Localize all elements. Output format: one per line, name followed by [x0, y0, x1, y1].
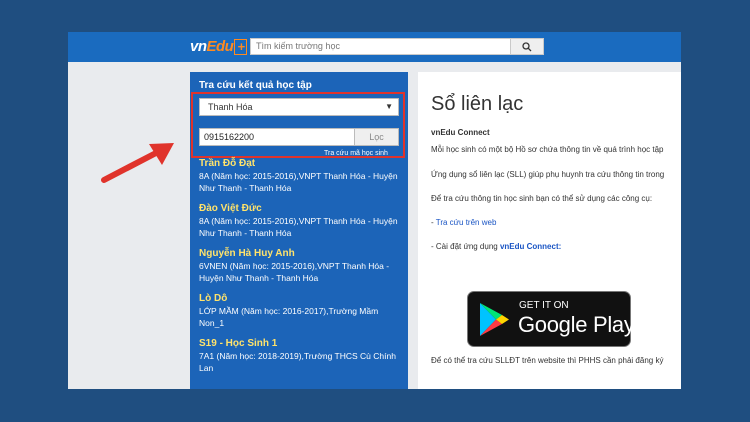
google-play-button[interactable]: GET IT ON Google Play: [467, 291, 635, 347]
student-info: LỚP MẦM (Năm học: 2016-2017),Trường Mầm …: [199, 306, 379, 328]
web-lookup-link[interactable]: Tra cứu trên web: [436, 218, 497, 227]
student-name[interactable]: Trần Đỗ Đạt: [199, 158, 404, 170]
paragraph-1: Mỗi học sinh có một bộ Hồ sơ chứa thông …: [431, 145, 664, 154]
top-navbar: vnEdu + Tìm kiếm trường học: [68, 32, 681, 62]
web-lookup-line: - Tra cứu trên web: [431, 218, 496, 227]
result-lookup-panel: Tra cứu kết quả học tập Thanh Hóa ▼ 0915…: [190, 72, 408, 389]
paragraph-4: Để có thể tra cứu SLLĐT trên website thì…: [431, 356, 664, 365]
search-button[interactable]: [510, 38, 544, 55]
student-result-item[interactable]: S19 - Học Sinh 1 7A1 (Năm học: 2018-2019…: [199, 338, 404, 374]
paragraph-2: Ứng dụng sổ liên lạc (SLL) giúp phụ huyn…: [431, 170, 665, 179]
student-results-list: Trần Đỗ Đạt 8A (Năm học: 2015-2016),VNPT…: [199, 158, 404, 383]
student-info: 7A1 (Năm học: 2018-2019),Trường THCS Cù …: [199, 351, 396, 373]
install-app-line: - Cài đặt ứng dụng vnEdu Connect:: [431, 242, 561, 251]
panel-title: Tra cứu kết quả học tập: [199, 80, 312, 91]
red-arrow-annotation: [101, 143, 174, 183]
section-subtitle: vnEdu Connect: [431, 128, 490, 137]
student-info: 8A (Năm học: 2015-2016),VNPT Thanh Hóa -…: [199, 171, 398, 193]
student-result-item[interactable]: Lò Dô LỚP MẦM (Năm học: 2016-2017),Trườn…: [199, 293, 404, 329]
google-play-icon: [480, 303, 509, 336]
logo-badge: +: [234, 39, 248, 55]
student-name[interactable]: Đào Việt Đức: [199, 203, 404, 215]
student-result-item[interactable]: Nguyễn Hà Huy Anh 6VNEN (Năm học: 2015-2…: [199, 248, 404, 284]
contact-book-panel: Sổ liên lạc vnEdu Connect Mỗi học sinh c…: [418, 72, 681, 389]
paragraph-3: Để tra cứu thông tin học sinh bạn có thể…: [431, 194, 653, 203]
school-search-input[interactable]: Tìm kiếm trường học: [250, 38, 544, 55]
student-info: 6VNEN (Năm học: 2015-2016),VNPT Thanh Hó…: [199, 261, 390, 283]
get-it-on-label: GET IT ON: [519, 300, 569, 311]
student-result-item[interactable]: Trần Đỗ Đạt 8A (Năm học: 2015-2016),VNPT…: [199, 158, 404, 194]
app-screen: vnEdu + Tìm kiếm trường học Tra cứu kết q…: [68, 32, 681, 389]
vnedu-logo[interactable]: vnEdu +: [190, 38, 248, 56]
logo-text-vn: vn: [190, 38, 207, 55]
logo-text-edu: Edu: [206, 38, 234, 55]
student-info: 8A (Năm học: 2015-2016),VNPT Thanh Hóa -…: [199, 216, 398, 238]
search-icon: [522, 42, 532, 52]
student-name[interactable]: S19 - Học Sinh 1: [199, 338, 404, 350]
student-name[interactable]: Nguyễn Hà Huy Anh: [199, 248, 404, 260]
page-title: Sổ liên lạc: [431, 93, 524, 115]
install-app-label: - Cài đặt ứng dụng: [431, 242, 500, 251]
search-placeholder: Tìm kiếm trường học: [256, 41, 340, 51]
highlight-box: [191, 92, 405, 158]
student-name[interactable]: Lò Dô: [199, 293, 404, 305]
google-play-label: Google Play: [518, 312, 635, 337]
student-result-item[interactable]: Đào Việt Đức 8A (Năm học: 2015-2016),VNP…: [199, 203, 404, 239]
app-name-link[interactable]: vnEdu Connect:: [500, 242, 561, 251]
